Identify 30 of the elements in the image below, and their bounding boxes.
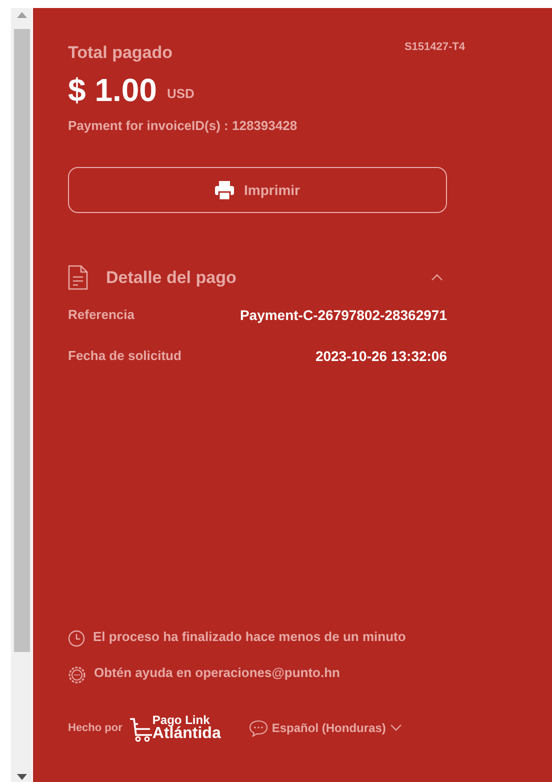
logo-text: Pago Link xyxy=(152,714,210,726)
detail-label: Fecha de solicitud xyxy=(68,346,182,364)
chevron-down-icon xyxy=(390,724,402,732)
cart-icon xyxy=(130,718,152,742)
currency: USD xyxy=(166,85,194,103)
scrollbar-thumb[interactable] xyxy=(14,29,30,652)
scrollbar[interactable] xyxy=(11,8,32,782)
status-text: El proceso ha finalizado hace menos de un minuto xyxy=(93,629,406,646)
made-by-label: Hecho por xyxy=(68,720,122,736)
transaction-code: S151427-T4 xyxy=(404,40,465,55)
clock-icon xyxy=(68,630,85,647)
chat-bubble-icon xyxy=(248,720,268,736)
print-button[interactable]: Imprimir xyxy=(68,167,447,213)
printer-icon xyxy=(214,180,234,200)
detail-label: Referencia xyxy=(68,306,134,324)
details-title: Detalle del pago xyxy=(106,267,238,289)
gear-icon xyxy=(68,666,86,684)
scroll-up-arrow-icon[interactable] xyxy=(17,12,27,18)
logo-text: Atlántida xyxy=(152,726,221,742)
help-text: Obtén ayuda en operaciones@punto.hn xyxy=(94,665,340,682)
detail-value: 2023-10-26 13:32:06 xyxy=(315,346,447,366)
detail-value: Payment-C-26797802-28362971 xyxy=(240,306,447,325)
amount: $ 1.00 xyxy=(68,72,157,108)
total-title: Total pagado xyxy=(68,42,173,64)
document-icon xyxy=(68,265,88,290)
invoice-description: Payment for invoiceID(s) : 128393428 xyxy=(68,116,298,135)
scroll-down-arrow-icon[interactable] xyxy=(17,774,27,780)
language-selector[interactable]: Español (Honduras) xyxy=(248,719,402,737)
chevron-icon[interactable] xyxy=(431,273,443,282)
details-header[interactable]: Detalle del pago xyxy=(68,265,447,290)
